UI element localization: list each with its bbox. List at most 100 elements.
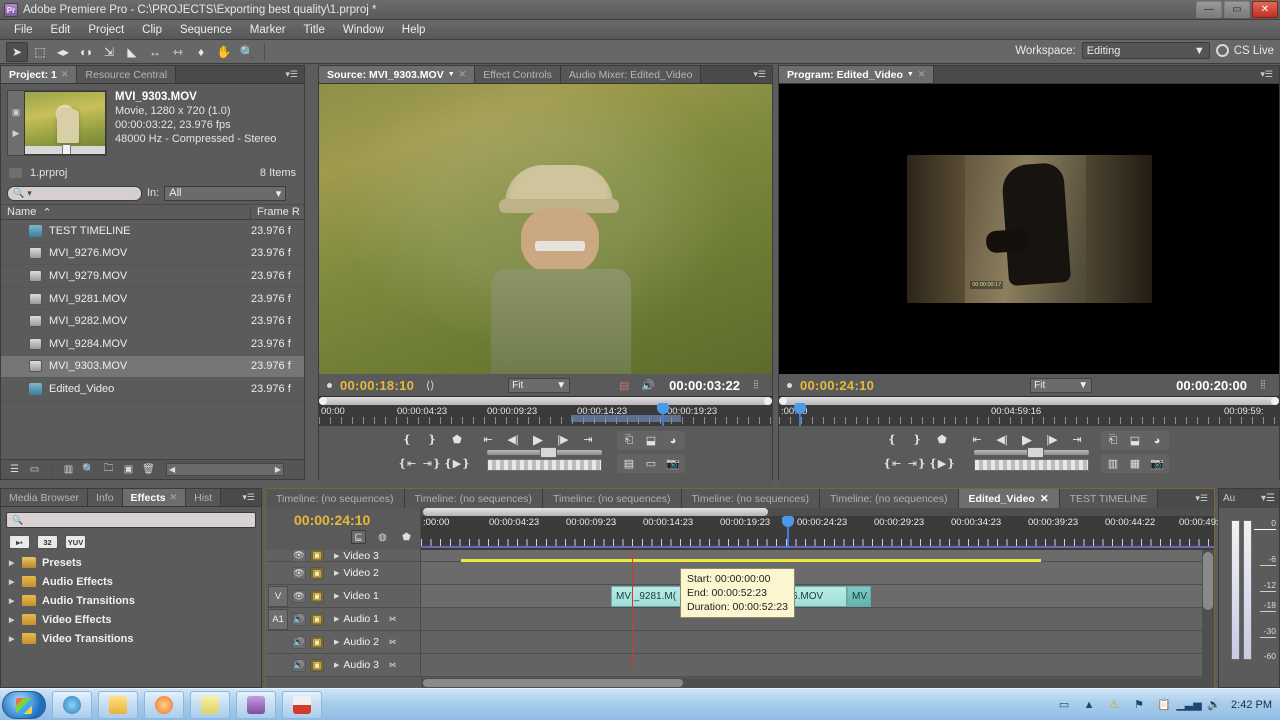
shuttle-knob[interactable] — [539, 447, 557, 458]
program-current-time[interactable]: 00:00:24:10 — [800, 378, 874, 393]
go-to-in-icon[interactable]: ⇤ — [480, 432, 496, 447]
set-out-point-icon[interactable]: ❵ — [424, 432, 440, 447]
effects-panel-menu-icon[interactable]: ▾☰ — [236, 489, 261, 506]
set-in-point-icon[interactable]: ❴ — [399, 432, 415, 447]
go-to-in-icon[interactable]: ⇤ — [969, 432, 985, 447]
export-frame-icon[interactable]: ◕ — [665, 433, 681, 448]
menu-window[interactable]: Window — [335, 22, 392, 38]
project-file-list[interactable]: TEST TIMELINE 23.976 f MVI_9276.MOV 23.9… — [1, 220, 304, 416]
play-icon[interactable]: ▶ — [530, 432, 546, 447]
menu-sequence[interactable]: Sequence — [172, 22, 240, 38]
list-item[interactable]: ▶ Video Effects — [1, 610, 261, 629]
eye-icon[interactable]: 👁 — [292, 589, 306, 603]
slip-tool-icon[interactable]: ↔ — [144, 42, 166, 62]
tab-source[interactable]: Source: MVI_9303.MOV ▼ ✕ — [319, 66, 476, 83]
lock-toggle-icon[interactable]: ▣ — [310, 658, 324, 672]
menu-file[interactable]: File — [6, 22, 41, 38]
close-icon[interactable]: ✕ — [170, 492, 178, 503]
razor-tool-icon[interactable]: ◣ — [121, 42, 143, 62]
scrollbar-thumb[interactable] — [423, 508, 768, 516]
chevron-right-icon[interactable]: ▶ — [9, 597, 16, 605]
speaker-icon[interactable]: 🔊 — [292, 658, 306, 672]
step-back-icon[interactable]: ◀| — [505, 432, 521, 447]
audio-panel-menu-icon[interactable]: ▾☰ — [1261, 493, 1275, 504]
table-row[interactable]: MVI_9276.MOV 23.976 f — [1, 243, 304, 266]
track-video-3[interactable]: 👁 ▣ ▶ Video 3 — [266, 550, 1214, 562]
program-panel-menu-icon[interactable]: ▾☰ — [1254, 66, 1279, 83]
new-bin-icon[interactable]: 🗀 — [100, 462, 117, 477]
close-icon[interactable]: ✕ — [1040, 493, 1049, 505]
duration-icon[interactable]: ⟨⟩ — [422, 378, 438, 393]
tab-project[interactable]: Project: 1 ✕ — [1, 66, 78, 83]
hand-tool-icon[interactable]: ✋ — [213, 42, 235, 62]
minimize-button[interactable]: — — [1196, 1, 1222, 18]
lock-toggle-icon[interactable]: ▣ — [310, 635, 324, 649]
shuttle-slider[interactable] — [487, 447, 602, 471]
source-panel-menu-icon[interactable]: ▾☰ — [747, 66, 772, 83]
program-playhead[interactable] — [794, 403, 806, 427]
output-settings-icon[interactable]: ▤ — [621, 456, 637, 471]
tab-audio-mixer[interactable]: Audio Mixer: Edited_Video — [560, 66, 702, 83]
eye-icon[interactable]: 👁 — [292, 550, 306, 562]
timeline-current-time[interactable]: 00:00:24:10 — [294, 512, 370, 528]
sync-lock-icon[interactable]: ⋈ — [389, 661, 396, 669]
camera-icon[interactable]: 📷 — [1149, 456, 1165, 471]
track-select-tool-icon[interactable]: ⬚ — [29, 42, 51, 62]
program-video-display[interactable]: 00:00:00:17 — [779, 84, 1279, 374]
zoom-tool-icon[interactable]: 🔍 — [236, 42, 258, 62]
icon-view-icon[interactable]: ▭ — [26, 462, 43, 477]
step-back-icon[interactable]: ◀| — [994, 432, 1010, 447]
source-ruler[interactable]: 00:00 00:00:04:23 00:00:09:23 00:00:14:2… — [319, 396, 772, 427]
delete-icon[interactable]: 🗑 — [140, 462, 157, 477]
show-hidden-icons-icon[interactable]: ▲ — [1081, 697, 1097, 712]
source-zoom-select[interactable]: Fit ▼ — [508, 377, 571, 393]
scrollbar-thumb[interactable] — [423, 679, 683, 687]
tab-media-browser[interactable]: Media Browser — [1, 489, 89, 506]
source-zoom-bar[interactable] — [319, 397, 772, 405]
list-item[interactable]: ▶ Presets — [1, 553, 261, 572]
start-button[interactable] — [2, 690, 46, 719]
loop-icon[interactable]: ❴▶❵ — [444, 456, 471, 471]
track-header-video-1[interactable]: V 👁 ▣ ▶ Video 1 — [266, 585, 421, 607]
tab-timeline-empty-1[interactable]: Timeline: (no sequences) — [266, 489, 405, 508]
signal-icon[interactable]: ▁▃▅ — [1176, 697, 1201, 712]
tab-effects[interactable]: Effects ✕ — [122, 489, 187, 506]
yuv-filter-chip[interactable]: YUV — [65, 535, 86, 549]
table-row[interactable]: Edited_Video 23.976 f — [1, 378, 304, 401]
network-flag-icon[interactable]: ⚑ — [1131, 697, 1147, 712]
close-icon[interactable]: ✕ — [459, 69, 467, 80]
timeline-panel-menu-icon[interactable]: ▾☰ — [1189, 489, 1214, 508]
scrollbar-thumb[interactable] — [1203, 552, 1213, 610]
shuttle-bar[interactable] — [974, 447, 1089, 458]
table-row[interactable]: MVI_9284.MOV 23.976 f — [1, 333, 304, 356]
play-icon[interactable]: ▶ — [1019, 432, 1035, 447]
speaker-icon[interactable]: 🔊 — [640, 378, 656, 393]
automate-to-sequence-icon[interactable]: ▥ — [60, 462, 77, 477]
menu-title[interactable]: Title — [296, 22, 333, 38]
lift-button-icon[interactable]: ⎗ — [1105, 433, 1121, 448]
track-header-video-3[interactable]: 👁 ▣ ▶ Video 3 — [266, 550, 421, 562]
track-header-video-2[interactable]: 👁 ▣ ▶ Video 2 — [266, 562, 421, 584]
track-lane-audio-3[interactable] — [421, 654, 1214, 676]
pen-tool-icon[interactable]: ♦ — [190, 42, 212, 62]
menu-edit[interactable]: Edit — [43, 22, 79, 38]
column-header-frame-rate[interactable]: Frame R — [251, 206, 300, 218]
export-frame-icon[interactable]: ◕ — [1149, 433, 1165, 448]
extract-button-icon[interactable]: ⬓ — [1127, 433, 1143, 448]
project-horizontal-scrollbar[interactable]: ◀ ▶ — [166, 463, 284, 476]
search-input[interactable]: 🔍 ▾ — [7, 185, 142, 201]
tab-timeline-empty-4[interactable]: Timeline: (no sequences) — [681, 489, 820, 508]
program-ruler[interactable]: :00:00 00:04:59:16 00:09:59: — [779, 396, 1279, 427]
table-row[interactable]: MVI_9303.MOV 23.976 f — [1, 355, 304, 379]
track-audio-2[interactable]: 🔊 ▣ ▶ Audio 2 ⋈ — [266, 631, 1214, 654]
chevron-right-icon[interactable]: ▶ — [334, 552, 339, 560]
track-lane-video-1[interactable]: MVI_9281.M( MVI_928 MVI_9276.MOV MV — [421, 585, 1214, 607]
step-forward-icon[interactable]: |▶ — [555, 432, 571, 447]
loop-icon[interactable]: ❴▶❵ — [929, 456, 956, 471]
shuttle-knob[interactable] — [1026, 447, 1044, 458]
taskbar-item-internet-explorer[interactable] — [52, 690, 92, 719]
clipboard-icon[interactable]: 📋 — [1156, 697, 1172, 712]
workspace-select[interactable]: Editing ▼ — [1081, 42, 1210, 59]
lift-icon[interactable]: ❴⇤ — [883, 456, 901, 471]
project-panel-menu-icon[interactable]: ▾☰ — [279, 66, 304, 83]
